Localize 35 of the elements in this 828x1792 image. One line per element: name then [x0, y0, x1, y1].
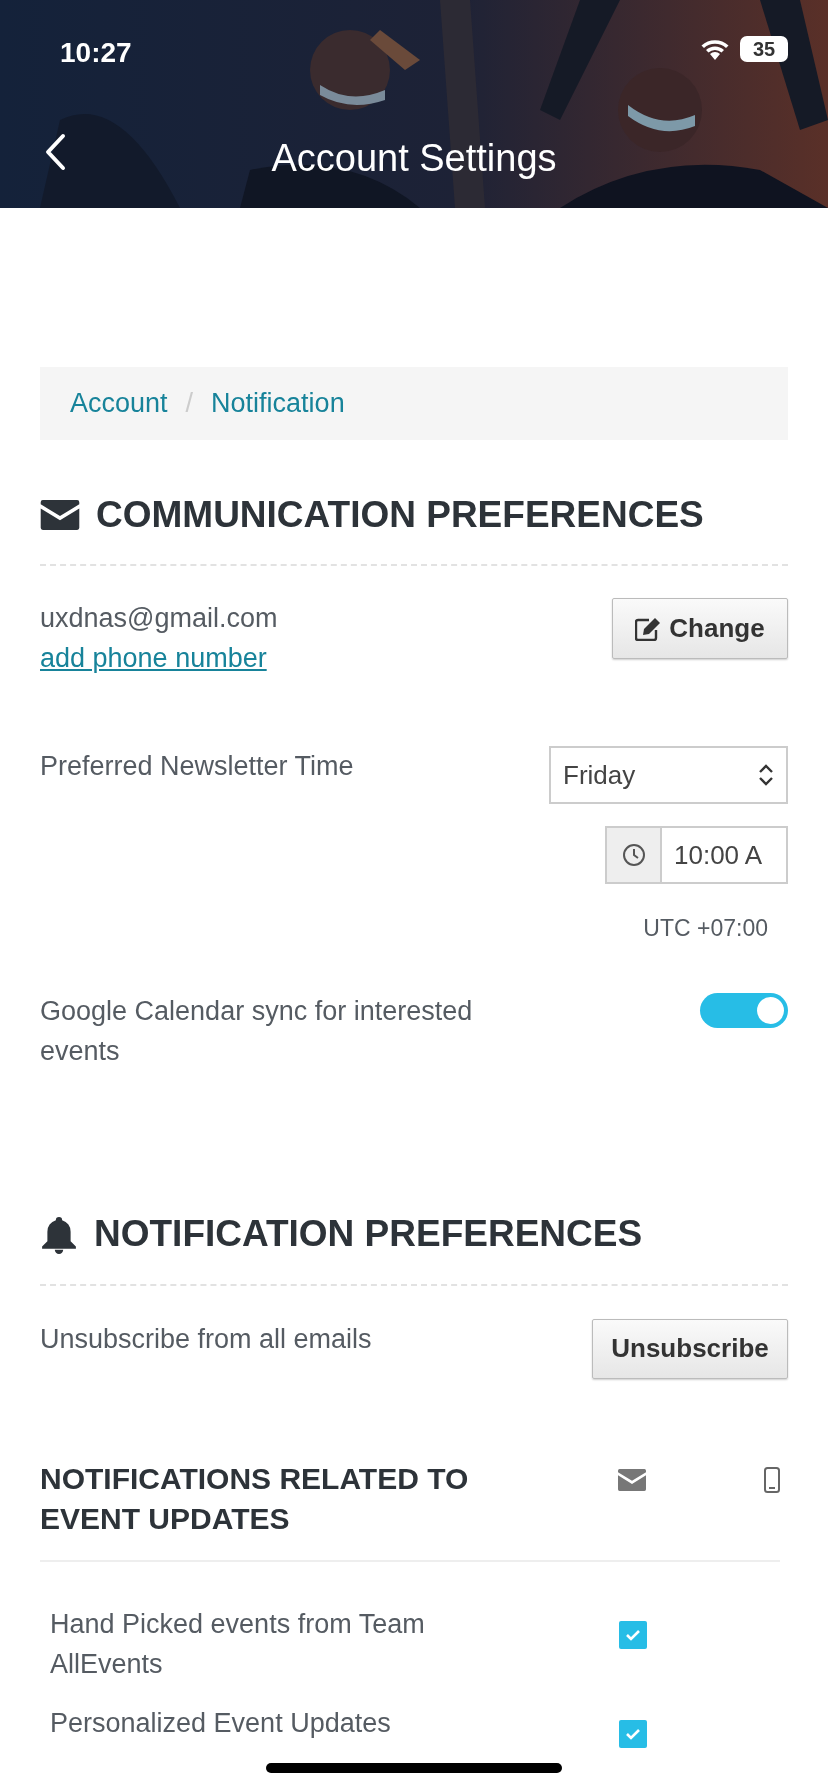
unsubscribe-button[interactable]: Unsubscribe [592, 1318, 788, 1379]
check-icon [625, 1727, 641, 1740]
day-select[interactable]: Friday [549, 746, 788, 804]
calendar-sync-label: Google Calendar sync for interested events [40, 994, 474, 1068]
email-address: uxdnas@gmail.com [40, 602, 278, 635]
newsletter-label: Preferred Newsletter Time [40, 750, 354, 783]
email-checkbox[interactable] [619, 1620, 647, 1649]
group-heading: NOTIFICATIONS RELATED TO EVENT UPDATES [40, 1460, 470, 1537]
section-heading: NOTIFICATION PREFERENCES [94, 1212, 643, 1257]
breadcrumb-link[interactable]: Account [70, 383, 168, 424]
breadcrumb-link[interactable]: Notification [211, 383, 345, 424]
wifi-icon [700, 38, 730, 60]
battery-level: 35 [740, 36, 788, 62]
sort-arrows-icon [758, 763, 774, 787]
envelope-icon [618, 1468, 646, 1491]
back-button[interactable] [44, 133, 66, 171]
unsubscribe-label: Unsubscribe from all emails [40, 1322, 372, 1356]
envelope-icon [40, 500, 80, 530]
page-title: Account Settings [271, 137, 557, 179]
check-icon [625, 1628, 641, 1641]
clock-icon [605, 826, 660, 884]
notification-label: Personalized Event Updates [50, 1706, 392, 1740]
status-time: 10:27 [60, 36, 132, 70]
timezone-label: UTC +07:00 [643, 914, 768, 943]
time-field[interactable]: 10:00 A [660, 826, 788, 884]
add-phone-link[interactable]: add phone number [40, 638, 267, 678]
change-button[interactable]: Change [612, 598, 788, 659]
notification-label: Hand Picked events from Team AllEvents [50, 1607, 426, 1681]
section-heading: COMMUNICATION PREFERENCES [96, 492, 704, 537]
breadcrumb-separator: / [185, 387, 194, 421]
calendar-sync-toggle[interactable] [700, 992, 788, 1028]
email-checkbox[interactable] [619, 1719, 647, 1748]
phone-icon [764, 1466, 780, 1493]
bell-icon [40, 1215, 78, 1254]
edit-icon [635, 616, 662, 641]
